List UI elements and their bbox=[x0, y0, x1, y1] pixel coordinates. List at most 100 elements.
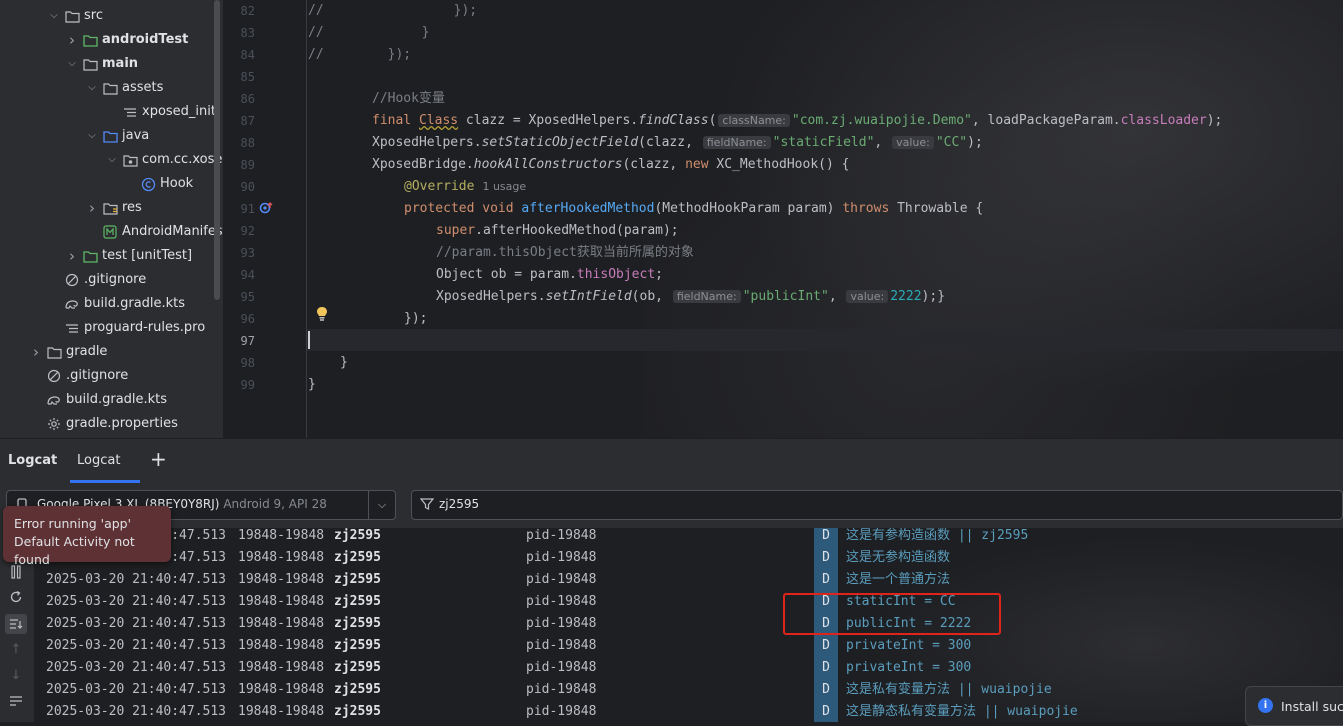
chevron-right-icon[interactable]: › bbox=[86, 196, 98, 220]
tree-item[interactable]: ⌵ java bbox=[86, 124, 149, 148]
log-row[interactable]: 2025-03-20 21:40:47.51319848-19848zj2595… bbox=[34, 528, 1343, 547]
log-process: pid-19848 bbox=[526, 550, 597, 565]
restart-icon[interactable] bbox=[8, 590, 24, 606]
tree-scrollbar[interactable] bbox=[214, 0, 220, 300]
tree-item[interactable]: › androidTest bbox=[66, 28, 188, 52]
logcat-output[interactable]: 2025-03-20 21:40:47.513 19848-19848 zj2595… bbox=[34, 528, 1343, 722]
log-tag: zj2595 bbox=[334, 638, 381, 653]
code-line-90[interactable]: @Override 1 usage bbox=[404, 176, 526, 198]
line-number: 99 bbox=[240, 378, 255, 392]
code-line-87[interactable]: final Class clazz = XposedHelpers.findCl… bbox=[372, 110, 1222, 132]
code-line-84[interactable]: //}); bbox=[308, 44, 411, 66]
log-level: D bbox=[814, 569, 838, 591]
usage-hint[interactable]: 1 usage bbox=[482, 180, 526, 193]
tree-item[interactable]: Hook bbox=[124, 172, 193, 196]
code-line-94[interactable]: Object ob = param.thisObject; bbox=[436, 264, 663, 286]
tree-item[interactable]: ⌵ assets bbox=[86, 76, 163, 100]
package-icon bbox=[122, 152, 138, 168]
tree-item-label: build.gradle.kts bbox=[66, 392, 168, 407]
log-row[interactable]: 2025-03-20 21:40:47.51319848-19848zj2595… bbox=[34, 547, 1343, 569]
chevron-down-icon[interactable]: ⌵ bbox=[368, 491, 395, 519]
arrow-up-icon[interactable]: ↑ bbox=[8, 642, 24, 658]
install-notification[interactable]: i Install succ bbox=[1245, 686, 1343, 726]
log-row[interactable]: 2025-03-20 21:40:47.51319848-19848zj2595… bbox=[34, 613, 1343, 635]
number-literal: 2222 bbox=[890, 289, 922, 304]
tree-item[interactable]: › gradle bbox=[30, 340, 107, 364]
code-line-89[interactable]: XposedBridge.hookAllConstructors(clazz, … bbox=[372, 154, 849, 176]
log-row[interactable]: 2025-03-20 21:40:47.51319848-19848zj2595… bbox=[34, 679, 1343, 701]
log-row[interactable]: 2025-03-20 21:40:47.51319848-19848zj2595… bbox=[34, 701, 1343, 722]
annotation: @Override bbox=[404, 179, 475, 194]
tree-item[interactable]: ⌵ src bbox=[48, 4, 103, 28]
tree-item[interactable]: › test [unitTest] bbox=[66, 244, 192, 268]
code-line-99[interactable]: } bbox=[308, 374, 316, 396]
gitignore-icon bbox=[46, 368, 62, 384]
code-line-86[interactable]: //Hook变量 bbox=[372, 88, 445, 110]
tree-item[interactable]: ⌵ main bbox=[66, 52, 138, 76]
log-row[interactable]: 2025-03-20 21:40:47.51319848-19848zj2595… bbox=[34, 635, 1343, 657]
scroll-to-end-icon[interactable] bbox=[8, 695, 24, 711]
tree-item-label: main bbox=[102, 56, 139, 71]
chevron-down-icon[interactable]: ⌵ bbox=[48, 4, 60, 28]
tree-item[interactable]: xposed_init bbox=[106, 100, 216, 124]
tree-item[interactable]: build.gradle.kts bbox=[30, 388, 167, 412]
override-gutter-icon[interactable] bbox=[259, 201, 273, 215]
lightbulb-icon[interactable] bbox=[315, 306, 329, 322]
add-tab-button[interactable]: + bbox=[150, 447, 167, 471]
line-number: 88 bbox=[240, 136, 255, 150]
log-date: 2025-03-20 21:40:47.513 bbox=[46, 594, 227, 609]
code-line-83[interactable]: //} bbox=[308, 22, 429, 44]
chevron-right-icon[interactable]: › bbox=[30, 340, 42, 364]
arrow-down-icon[interactable]: ↓ bbox=[8, 668, 24, 684]
code-line-98[interactable]: } bbox=[340, 352, 348, 374]
log-row[interactable]: 2025-03-20 21:40:47.51319848-19848zj2595… bbox=[34, 569, 1343, 591]
tree-item-label: java bbox=[122, 128, 150, 143]
logcat-filter-input[interactable]: zj2595 bbox=[411, 490, 1343, 520]
code-line-92[interactable]: super.afterHookedMethod(param); bbox=[436, 220, 679, 242]
code-line-95[interactable]: XposedHelpers.setIntField(ob, fieldName:… bbox=[436, 286, 945, 308]
device-detail: Android 9, API 28 bbox=[219, 497, 327, 511]
code-line-93[interactable]: //param.thisObject获取当前所属的对象 bbox=[436, 242, 694, 264]
log-level: D bbox=[814, 528, 838, 547]
log-pid: 19848-19848 bbox=[238, 550, 325, 565]
tree-item[interactable]: gradle.properties bbox=[30, 412, 178, 436]
tree-item[interactable]: proguard-rules.pro bbox=[48, 316, 205, 340]
error-notification-popup[interactable]: Error running 'app' Default Activity not… bbox=[3, 506, 171, 567]
tree-item[interactable]: build.gradle.kts bbox=[48, 292, 185, 316]
log-row[interactable]: 2025-03-20 21:40:47.51319848-19848zj2595… bbox=[34, 591, 1343, 613]
log-pid: 19848-19848 bbox=[238, 638, 325, 653]
folder-icon bbox=[64, 8, 80, 24]
chevron-down-icon[interactable]: ⌵ bbox=[86, 124, 98, 148]
line-number: 93 bbox=[240, 246, 255, 260]
log-pid: 19848-19848 bbox=[238, 594, 325, 609]
code-line-96[interactable]: }); bbox=[404, 308, 427, 330]
chevron-right-icon[interactable]: › bbox=[66, 28, 78, 52]
tree-item[interactable]: ⌵ com.cc.xosed bbox=[106, 148, 223, 172]
tree-item[interactable]: .gitignore bbox=[30, 364, 128, 388]
tab-logcat[interactable]: Logcat bbox=[77, 439, 120, 483]
tree-item[interactable]: AndroidManifest bbox=[86, 220, 223, 244]
chevron-down-icon[interactable]: ⌵ bbox=[106, 148, 118, 172]
log-process: pid-19848 bbox=[526, 572, 597, 587]
chevron-down-icon[interactable]: ⌵ bbox=[86, 76, 98, 100]
method-call: hookAllConstructors bbox=[473, 157, 623, 172]
code-text: XposedBridge. bbox=[372, 157, 474, 172]
log-process: pid-19848 bbox=[526, 660, 597, 675]
chevron-down-icon[interactable]: ⌵ bbox=[66, 52, 78, 76]
tree-item[interactable]: › res bbox=[86, 196, 142, 220]
code-line-82[interactable]: //}); bbox=[308, 0, 477, 22]
code-line-88[interactable]: XposedHelpers.setStaticObjectField(clazz… bbox=[372, 132, 983, 154]
tree-item[interactable]: .gitignore bbox=[48, 268, 146, 292]
line-number: 86 bbox=[240, 92, 255, 106]
chevron-right-icon[interactable]: › bbox=[66, 244, 78, 268]
filter-icon[interactable] bbox=[419, 497, 435, 515]
line-number: 84 bbox=[240, 48, 255, 62]
code-line-91[interactable]: protected void afterHookedMethod(MethodH… bbox=[404, 198, 983, 220]
code-text: (clazz, bbox=[638, 135, 701, 150]
log-tag: zj2595 bbox=[334, 682, 381, 697]
error-title: Error running 'app' bbox=[14, 516, 132, 531]
soft-wrap-icon[interactable] bbox=[5, 614, 27, 634]
log-message: privateInt = 300 bbox=[846, 638, 972, 653]
code-editor[interactable]: 82 83 84 85 86 87 88 89 90 91 92 93 94 95 96 97 98 99 //}… bbox=[223, 0, 1343, 438]
log-row[interactable]: 2025-03-20 21:40:47.51319848-19848zj2595… bbox=[34, 657, 1343, 679]
